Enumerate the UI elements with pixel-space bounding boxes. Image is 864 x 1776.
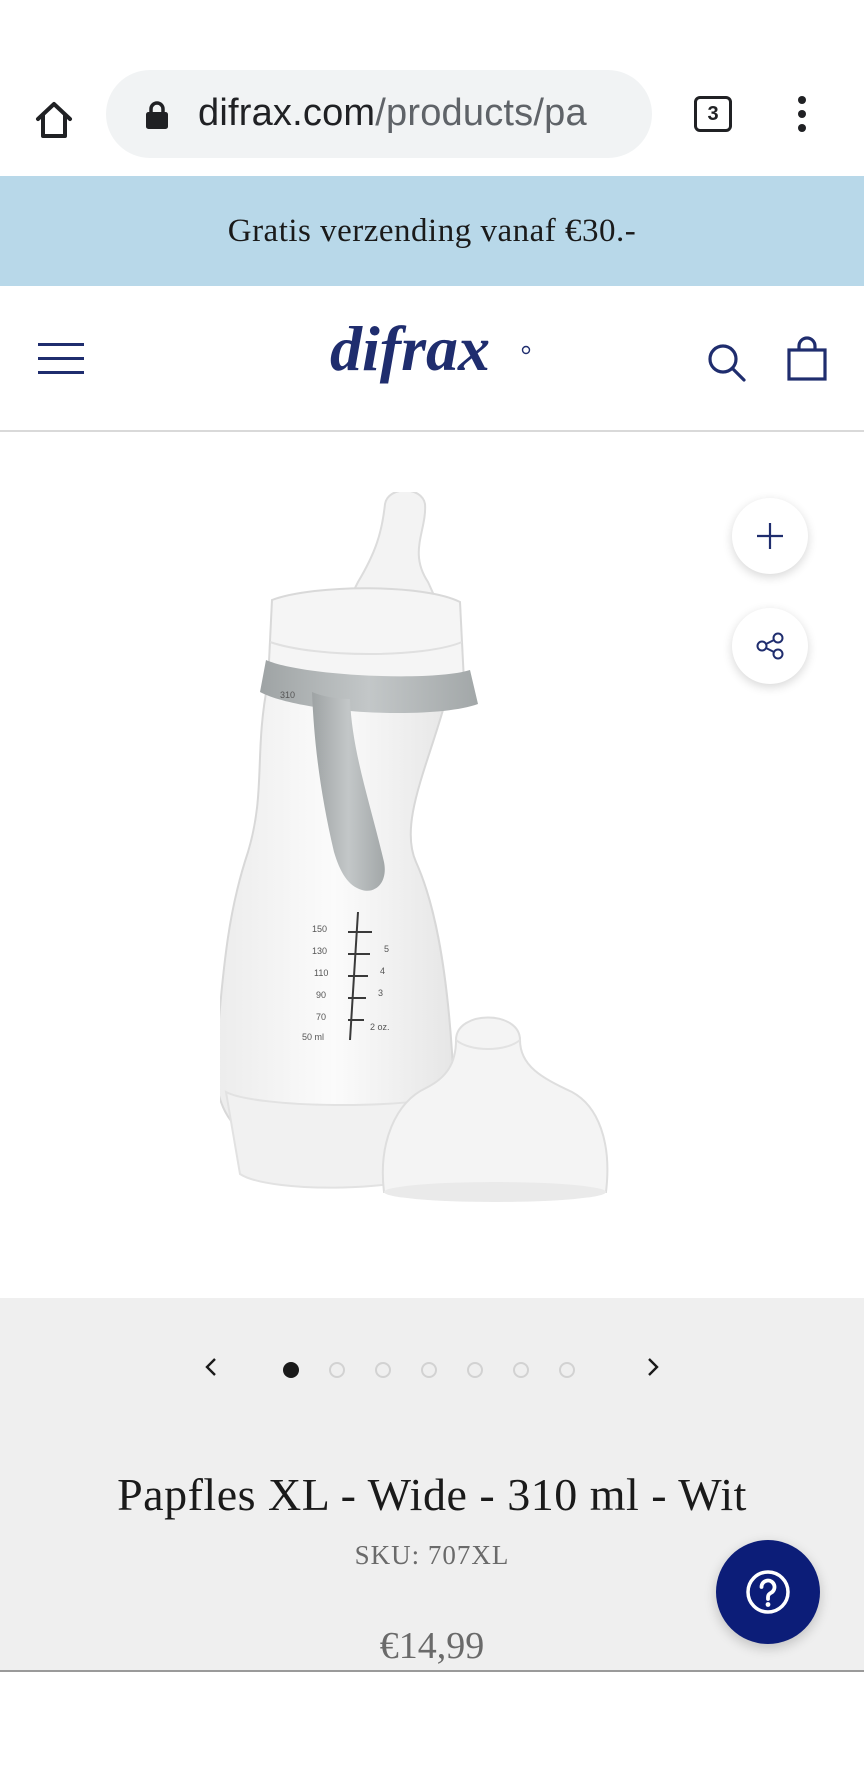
product-image[interactable]: 150 130 110 90 70 50 ml 310 5 4 3 2 oz. (220, 492, 680, 1292)
pagination-dot[interactable] (283, 1362, 299, 1378)
menu-button[interactable] (38, 343, 84, 375)
zoom-plus-icon (757, 523, 783, 549)
pagination-dot[interactable] (421, 1362, 437, 1378)
tab-switcher-button[interactable]: 3 (690, 92, 734, 136)
home-button[interactable] (26, 92, 82, 148)
gallery-prev-button[interactable] (196, 1352, 226, 1382)
site-header: difrax (0, 286, 864, 432)
svg-text:110: 110 (314, 968, 328, 978)
cart-button[interactable] (786, 336, 828, 387)
pagination-dot[interactable] (559, 1362, 575, 1378)
tab-count: 3 (707, 102, 719, 125)
home-icon (36, 102, 72, 138)
browser-toolbar: difrax.com/products/pa 3 (0, 48, 864, 176)
svg-text:2 oz.: 2 oz. (370, 1022, 390, 1032)
svg-text:310: 310 (280, 690, 295, 700)
logo-text: difrax (330, 313, 490, 384)
product-title: Papfles XL - Wide - 310 ml - Wit (117, 1469, 747, 1520)
svg-text:90: 90 (316, 990, 326, 1000)
product-gallery[interactable]: 150 130 110 90 70 50 ml 310 5 4 3 2 oz. (0, 432, 864, 1298)
svg-text:150: 150 (312, 924, 327, 934)
shipping-banner: Gratis verzending vanaf €30.- (0, 176, 864, 286)
logo[interactable]: difrax (330, 312, 540, 407)
logo-mark: difrax (330, 313, 531, 384)
gallery-next-button[interactable] (638, 1352, 668, 1382)
pagination-dot[interactable] (329, 1362, 345, 1378)
url-path: /products/pa (375, 92, 587, 134)
pagination-dot[interactable] (375, 1362, 391, 1378)
chevron-left-icon (205, 1358, 216, 1376)
svg-text:50 ml: 50 ml (302, 1032, 324, 1042)
svg-text:4: 4 (380, 966, 385, 976)
svg-text:3: 3 (378, 988, 383, 998)
share-button[interactable] (732, 608, 808, 684)
help-button[interactable] (716, 1540, 820, 1644)
search-button[interactable] (706, 342, 748, 389)
share-icon (756, 632, 784, 660)
zoom-button[interactable] (732, 498, 808, 574)
svg-text:70: 70 (316, 1012, 326, 1022)
address-bar[interactable]: difrax.com/products/pa (106, 70, 652, 158)
svg-text:5: 5 (384, 944, 389, 954)
chevron-right-icon (648, 1358, 659, 1376)
pagination-dot[interactable] (513, 1362, 529, 1378)
shipping-banner-text: Gratis verzending vanaf €30.- (227, 212, 637, 249)
url-host: difrax.com (198, 92, 376, 134)
search-icon (708, 344, 746, 382)
cart-icon (787, 336, 827, 381)
page-bottom (0, 1672, 864, 1776)
help-icon (746, 1570, 790, 1614)
browser-menu-button[interactable] (784, 92, 820, 136)
tabs-icon: 3 (694, 96, 732, 132)
lock-icon (146, 101, 168, 129)
pagination-dot[interactable] (467, 1362, 483, 1378)
url-text: difrax.com/products/pa (198, 88, 587, 138)
svg-text:130: 130 (312, 946, 327, 956)
